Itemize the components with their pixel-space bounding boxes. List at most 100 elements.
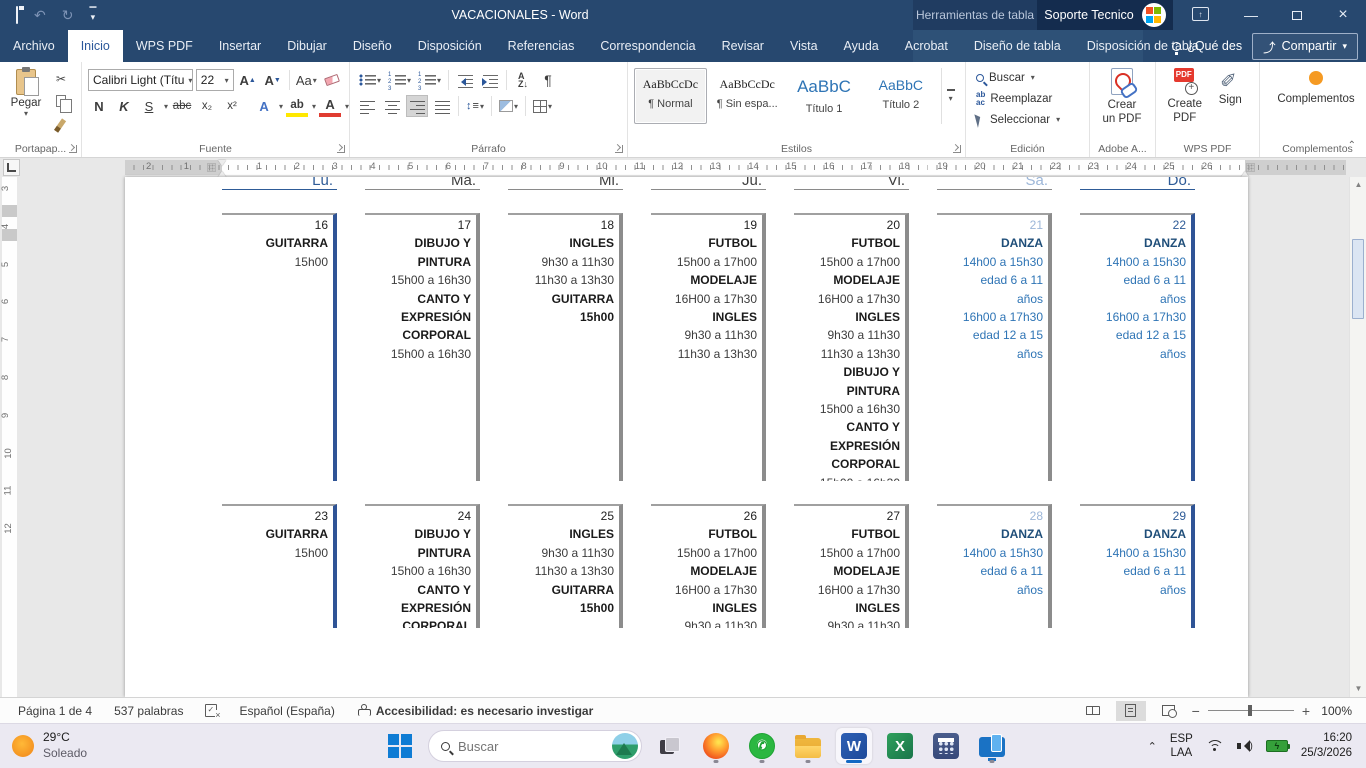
tab-disposicion[interactable]: Disposición (405, 30, 495, 62)
copy-button[interactable] (50, 91, 72, 111)
save-icon[interactable] (16, 8, 18, 22)
bold-button[interactable]: N (88, 95, 110, 117)
align-left-button[interactable] (356, 95, 378, 117)
cut-button[interactable]: ✂ (50, 69, 72, 89)
tray-chevron-icon[interactable]: ⌃ (1148, 740, 1157, 753)
language-switcher[interactable]: ESP LAA (1170, 732, 1193, 761)
file-explorer-app[interactable] (790, 728, 826, 764)
calendar-day-cell[interactable]: 21DANZA14h00 a 15h30edad 6 a 11años16h00… (937, 213, 1052, 481)
zoom-level[interactable]: 100% (1318, 704, 1352, 718)
create-pdf-adobe-button[interactable]: Crearun PDF (1096, 68, 1148, 127)
font-dialog-launcher-icon[interactable] (337, 145, 345, 153)
line-spacing-button[interactable]: ↕≡▾ (464, 95, 486, 117)
start-button[interactable] (382, 728, 418, 764)
collapse-ribbon-icon[interactable]: ⌃ (1348, 140, 1356, 151)
excel-app[interactable]: X (882, 728, 918, 764)
tab-wps-pdf[interactable]: WPS PDF (123, 30, 206, 62)
language-indicator[interactable]: Español (España) (228, 704, 345, 718)
customize-qat-icon[interactable]: ▔▾ (89, 10, 96, 21)
sort-button[interactable]: AZ↓ (512, 69, 534, 91)
ribbon-display-options-icon[interactable]: ↑ (1192, 7, 1209, 21)
table-column-marker-icon[interactable] (207, 163, 216, 172)
borders-button[interactable]: ▾ (531, 95, 554, 117)
increase-indent-button[interactable] (479, 69, 501, 91)
decrease-indent-button[interactable] (454, 69, 476, 91)
style-titulo-2[interactable]: AaBbC Título 2 (864, 68, 937, 124)
shading-button[interactable]: ▾ (497, 95, 520, 117)
tab-selector-icon[interactable] (3, 159, 20, 176)
style-titulo-1[interactable]: AaBbC Título 1 (788, 68, 861, 124)
scroll-up-icon[interactable]: ▲ (1350, 177, 1366, 193)
phone-link-app[interactable] (974, 728, 1010, 764)
accessibility-status[interactable]: Accesibilidad: es necesario investigar (346, 704, 604, 718)
volume-icon[interactable]: ) (1237, 740, 1253, 753)
calendar-day-cell[interactable]: 16GUITARRA15h00 (222, 213, 337, 481)
underline-button[interactable]: S (138, 95, 160, 117)
strikethrough-button[interactable]: abc (171, 95, 193, 117)
document-page[interactable]: Lu.Ma.Mi.Ju.Vi.Sá.Do. 16GUITARRA15h0017D… (125, 177, 1248, 697)
text-effects-button[interactable]: A (253, 95, 275, 117)
select-button[interactable]: Seleccionar ▾ (976, 109, 1083, 130)
calendar-day-cell[interactable]: 28DANZA14h00 a 15h30edad 6 a 11años (937, 504, 1052, 628)
calculator-app[interactable] (928, 728, 964, 764)
replace-button[interactable]: abac Reemplazar (976, 88, 1083, 109)
chevron-down-icon[interactable]: ▾ (164, 102, 168, 111)
tab-insertar[interactable]: Insertar (206, 30, 274, 62)
font-size-combo[interactable]: 22 ▾ (196, 69, 234, 91)
minimize-button[interactable]: — (1228, 0, 1274, 30)
calendar-day-cell[interactable]: 25INGLES9h30 a 11h3011h30 a 13h30GUITARR… (508, 504, 623, 628)
justify-button[interactable] (431, 95, 453, 117)
grow-font-button[interactable]: A▲ (237, 69, 259, 91)
change-case-button[interactable]: Aa▾ (295, 69, 318, 91)
tab-vista[interactable]: Vista (777, 30, 831, 62)
addins-button[interactable]: Complementos (1266, 71, 1366, 106)
wifi-icon[interactable] (1206, 740, 1224, 753)
subscript-button[interactable]: x₂ (196, 95, 218, 117)
restore-button[interactable] (1274, 0, 1320, 30)
zoom-slider-thumb[interactable] (1248, 705, 1252, 716)
tab-archivo[interactable]: Archivo (0, 30, 68, 62)
tab-revisar[interactable]: Revisar (709, 30, 777, 62)
calendar-day-cell[interactable]: 23GUITARRA15h00 (222, 504, 337, 628)
read-mode-button[interactable] (1078, 701, 1108, 721)
superscript-button[interactable]: x² (221, 95, 243, 117)
styles-dialog-launcher-icon[interactable] (953, 145, 961, 153)
tab-dibujar[interactable]: Dibujar (274, 30, 340, 62)
create-pdf-wps-button[interactable]: PDF + CreatePDF (1162, 67, 1208, 139)
web-layout-button[interactable] (1154, 701, 1184, 721)
font-color-button[interactable]: A (319, 95, 341, 117)
taskbar-search[interactable] (428, 730, 642, 762)
calendar-day-cell[interactable]: 26FUTBOL15h00 a 17h00MODELAJE16H00 a 17h… (651, 504, 766, 628)
share-button[interactable]: ⤴ Compartir ▾ (1252, 33, 1358, 60)
right-indent-marker[interactable] (1241, 167, 1249, 177)
zoom-out-button[interactable]: − (1192, 704, 1200, 718)
show-formatting-marks-button[interactable]: ¶ (537, 69, 559, 91)
chevron-down-icon[interactable]: ▾ (345, 102, 349, 111)
weather-widget[interactable]: 29°C Soleado (0, 730, 200, 761)
proofing-status[interactable] (194, 704, 228, 717)
zoom-in-button[interactable]: + (1302, 704, 1310, 718)
numbered-list-button[interactable]: ▾ (386, 69, 413, 91)
multilevel-list-button[interactable]: ▾ (416, 69, 443, 91)
styles-gallery-more-button[interactable]: ▾ (941, 68, 959, 124)
tell-me-button[interactable]: ¿Qué des (1172, 39, 1242, 53)
clear-formatting-button[interactable] (321, 69, 343, 91)
calendar-day-cell[interactable]: 18INGLES9h30 a 11h3011h30 a 13h30GUITARR… (508, 213, 623, 481)
paste-button[interactable]: Pegar ▾ (6, 67, 46, 139)
print-layout-button[interactable] (1116, 701, 1146, 721)
hanging-indent-marker[interactable] (218, 167, 226, 177)
align-center-button[interactable] (381, 95, 403, 117)
align-right-button[interactable] (406, 95, 428, 117)
italic-button[interactable]: K (113, 95, 135, 117)
word-app[interactable]: W (836, 728, 872, 764)
calendar-day-cell[interactable]: 27FUTBOL15h00 a 17h00MODELAJE16H00 a 17h… (794, 504, 909, 628)
redo-icon[interactable]: ↻ (62, 8, 74, 22)
chevron-down-icon[interactable]: ▾ (279, 102, 283, 111)
vertical-ruler[interactable]: 3456789101112 (2, 177, 17, 697)
tab-diseno-de-tabla[interactable]: Diseño de tabla (961, 30, 1074, 62)
font-name-combo[interactable]: Calibri Light (Títu ▾ (88, 69, 193, 91)
bullet-list-button[interactable]: ▾ (356, 69, 383, 91)
tab-ayuda[interactable]: Ayuda (831, 30, 892, 62)
horizontal-ruler[interactable]: 2112345678910111213141516171819202122232… (125, 160, 1346, 175)
clipboard-dialog-launcher-icon[interactable] (69, 145, 77, 153)
